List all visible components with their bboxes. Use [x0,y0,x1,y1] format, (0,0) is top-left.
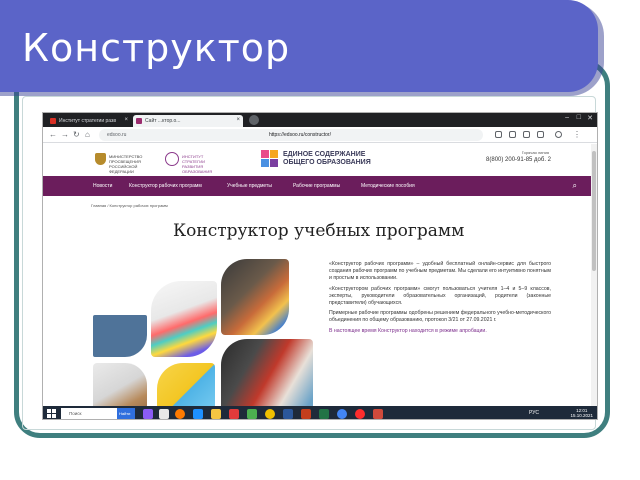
intro-text: «Конструктор рабочих программ» – удобный… [329,261,551,338]
brand-name[interactable]: ЕДИНОЕ СОДЕРЖАНИЕ ОБЩЕГО ОБРАЗОВАНИЯ [283,151,393,167]
menu-dots-icon[interactable]: ⋮ [573,130,581,140]
home-icon[interactable]: ⌂ [85,130,90,140]
start-icon[interactable] [47,409,56,418]
excel-icon[interactable] [319,409,329,419]
close-icon[interactable]: × [124,117,128,123]
nav-item-programs[interactable]: Рабочие программы [293,183,340,189]
language-indicator[interactable]: РУС [529,410,539,416]
coat-of-arms-icon [95,153,106,165]
intro-paragraph: «Конструктором рабочих программ» смогут … [329,285,551,307]
minimize-icon[interactable]: – [565,114,569,121]
folder-icon[interactable] [211,409,221,419]
brand-line-1: ЕДИНОЕ СОДЕРЖАНИЕ [283,151,366,158]
site-nav: Новости Конструктор рабочих программ Уче… [43,176,597,196]
chrome-icon[interactable] [337,409,347,419]
profile-icon[interactable] [555,131,562,138]
close-icon[interactable]: × [236,117,240,123]
app-icon[interactable] [229,409,239,419]
yandex-icon[interactable] [355,409,365,419]
new-tab-button[interactable] [249,115,259,125]
favicon-icon [50,118,56,124]
clock-date: 15.10.2021 [570,413,593,418]
institute-logo-icon [165,152,179,166]
scrollbar-thumb[interactable] [592,151,596,271]
firefox-icon[interactable] [175,409,185,419]
address-domain: edsoo.ru [107,132,127,138]
approval-note: В настоящее время Конструктор находится … [329,327,487,334]
search-icon[interactable]: ⌕ [573,181,577,191]
brand-logo-icon[interactable] [261,150,279,168]
ministry-name: МИНИСТЕРСТВО ПРОСВЕЩЕНИЯ РОССИЙСКОЙ ФЕДЕ… [109,154,143,174]
window-close-icon[interactable]: ✕ [587,114,593,122]
browser-screenshot: Институт стратегии разв × Сайт ...ктор.о… [42,112,598,420]
site-header: МИНИСТЕРСТВО ПРОСВЕЩЕНИЯ РОССИЙСКОЙ ФЕДЕ… [43,144,597,176]
institute-name: ИНСТИТУТ СТРАТЕГИИ РАЗВИТИЯ ОБРАЗОВАНИЯ [182,154,213,174]
taskbar-clock[interactable]: 12:01 15.10.2021 [570,408,593,418]
favicon-icon [136,118,142,124]
forward-icon[interactable]: → [61,130,69,140]
nav-item-manuals[interactable]: Методические пособия [361,183,415,189]
intro-paragraph: Примерные рабочие программы одобрены реш… [329,310,551,324]
app-icon[interactable] [159,409,169,419]
app-icon[interactable] [373,409,383,419]
photo-tile-crayons [151,281,217,357]
word-icon[interactable] [283,409,293,419]
photo-tile-pencils [221,259,289,335]
nav-item-news[interactable]: Новости [93,183,112,189]
taskbar: Поиск Найти РУС 12:01 15.10.2021 [43,406,597,419]
hotline-label: Горячая линия [521,150,549,155]
edge-icon[interactable] [193,409,203,419]
extension-icon[interactable] [537,131,544,138]
breadcrumb[interactable]: Главная / Конструктор рабочих программ [91,203,168,208]
extension-icon[interactable] [495,131,502,138]
app-icon[interactable] [143,409,153,419]
tab-label: Институт стратегии разв [59,118,116,124]
tab-label: Сайт ...ктор.о... [145,118,181,124]
taskbar-search-button[interactable]: Найти [117,408,135,419]
browser-tab-2[interactable]: Сайт ...ктор.о... × [133,115,243,127]
app-icon[interactable] [265,409,275,419]
brand-line-2: ОБЩЕГО ОБРАЗОВАНИЯ [283,159,371,166]
intro-paragraph: «Конструктор рабочих программ» – удобный… [329,261,551,282]
extension-icon[interactable] [509,131,516,138]
nav-item-constructor[interactable]: Конструктор рабочих программ [129,183,202,189]
decor-tile-blue [93,315,147,357]
browser-toolbar: ← → ↻ ⌂ edsoo.ru https://edsoo.ru/constr… [43,127,597,143]
address-bar[interactable]: edsoo.ru https://edsoo.ru/constructor/ [99,129,483,141]
maximize-icon[interactable]: □ [577,114,581,121]
browser-tab-bar: Институт стратегии разв × Сайт ...ктор.о… [43,113,597,127]
address-url: https://edsoo.ru/constructor/ [269,132,331,138]
nav-item-subjects[interactable]: Учебные предметы [227,183,272,189]
hotline-number[interactable]: 8(800) 200-91-85 доб. 2 [486,157,551,163]
bookmark-icon[interactable] [523,131,530,138]
hero-collage [93,259,315,419]
slide: Конструктор Институт стратегии разв × Са… [0,0,640,480]
back-icon[interactable]: ← [49,130,57,140]
powerpoint-icon[interactable] [301,409,311,419]
browser-tab-1[interactable]: Институт стратегии разв × [47,115,131,127]
app-icon[interactable] [247,409,257,419]
page-title: Конструктор учебных программ [173,221,465,241]
slide-title: Конструктор [22,26,291,70]
reload-icon[interactable]: ↻ [73,130,80,140]
